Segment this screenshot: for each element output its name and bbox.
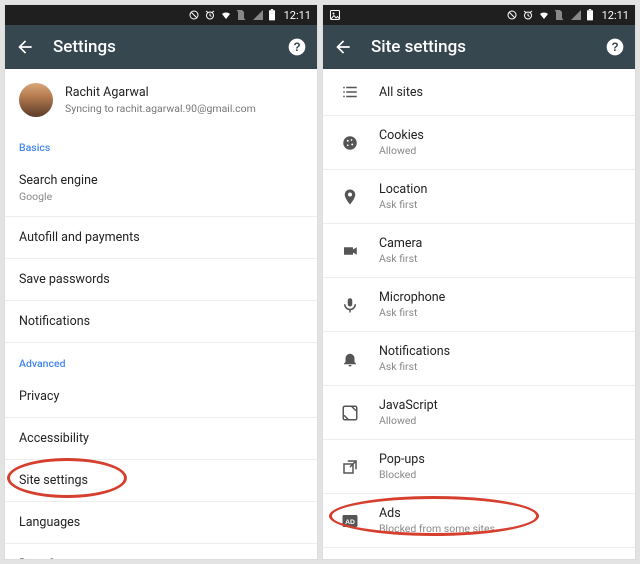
site-row-ads[interactable]: AD AdsBlocked from some sites	[323, 494, 635, 548]
settings-row-autofill-and-payments[interactable]: Autofill and payments	[5, 217, 317, 259]
status-bar: 12:11	[323, 5, 635, 25]
settings-row-site-settings[interactable]: Site settings	[5, 460, 317, 502]
js-icon	[339, 402, 361, 424]
cookie-icon	[339, 132, 361, 154]
row-label: Languages	[19, 515, 303, 530]
row-label: Data Saver	[19, 557, 303, 559]
settings-row-search-engine[interactable]: Search engine Google	[5, 160, 317, 217]
site-row-microphone[interactable]: MicrophoneAsk first	[323, 278, 635, 332]
row-label: Microphone	[379, 290, 445, 305]
profile-name: Rachit Agarwal	[65, 85, 256, 100]
location-icon	[339, 186, 361, 208]
site-settings-list: All sitesCookiesAllowedLocationAsk first…	[323, 69, 635, 559]
svg-text:?: ?	[293, 41, 300, 54]
row-label: Notifications	[19, 314, 303, 329]
avatar	[19, 83, 53, 117]
settings-row-save-passwords[interactable]: Save passwords	[5, 259, 317, 301]
row-label: Location	[379, 182, 427, 197]
row-label: Camera	[379, 236, 422, 251]
help-icon[interactable]: ?	[287, 37, 307, 57]
no-sim-icon	[236, 9, 248, 21]
image-icon	[329, 9, 341, 21]
site-row-cookies[interactable]: CookiesAllowed	[323, 116, 635, 170]
site-row-notifications[interactable]: NotificationsAsk first	[323, 332, 635, 386]
row-label: Accessibility	[19, 431, 303, 446]
alarm-icon	[522, 9, 534, 21]
row-label: Ads	[379, 506, 495, 521]
help-icon[interactable]: ?	[605, 37, 625, 57]
mic-icon	[339, 294, 361, 316]
row-label: Privacy	[19, 389, 303, 404]
section-header-basics: Basics	[5, 127, 317, 160]
row-sub: Blocked	[379, 468, 425, 481]
row-sub: Google	[19, 190, 303, 203]
settings-row-notifications[interactable]: Notifications	[5, 301, 317, 343]
svg-text:AD: AD	[345, 519, 355, 526]
row-sub: Ask first	[379, 306, 445, 319]
bell-icon	[339, 348, 361, 370]
row-sub: Ask first	[379, 198, 427, 211]
row-label: Cookies	[379, 128, 424, 143]
row-sub: Allowed	[379, 414, 438, 427]
row-label: JavaScript	[379, 398, 438, 413]
settings-screen: 12:11 Settings ? Rachit Agarwal Syncing …	[4, 4, 318, 560]
row-label: All sites	[379, 85, 423, 100]
row-label: Notifications	[379, 344, 450, 359]
row-label: Site settings	[19, 473, 303, 488]
signal-icon	[570, 9, 582, 21]
page-title: Site settings	[371, 37, 587, 57]
svg-text:?: ?	[611, 41, 618, 54]
status-bar: 12:11	[5, 5, 317, 25]
status-time: 12:11	[602, 9, 629, 22]
popup-icon	[339, 456, 361, 478]
site-row-location[interactable]: LocationAsk first	[323, 170, 635, 224]
profile-row[interactable]: Rachit Agarwal Syncing to rachit.agarwal…	[5, 69, 317, 127]
row-sub: Blocked from some sites	[379, 522, 495, 535]
app-bar: Site settings ?	[323, 25, 635, 69]
alarm-icon	[204, 9, 216, 21]
dnd-icon	[188, 9, 200, 21]
settings-row-privacy[interactable]: Privacy	[5, 376, 317, 418]
no-sim-icon	[554, 9, 566, 21]
list-icon	[339, 81, 361, 103]
site-row-javascript[interactable]: JavaScriptAllowed	[323, 386, 635, 440]
row-sub: Ask first	[379, 360, 450, 373]
status-time: 12:11	[284, 9, 311, 22]
row-label: Search engine	[19, 173, 303, 188]
settings-list: Rachit Agarwal Syncing to rachit.agarwal…	[5, 69, 317, 559]
row-sub: Allowed	[379, 144, 424, 157]
row-label: Pop-ups	[379, 452, 425, 467]
battery-icon	[586, 9, 598, 21]
battery-icon	[268, 9, 280, 21]
ads-icon: AD	[339, 510, 361, 532]
row-label: Save passwords	[19, 272, 303, 287]
section-header-advanced: Advanced	[5, 343, 317, 376]
wifi-icon	[538, 9, 550, 21]
back-icon[interactable]	[15, 37, 35, 57]
app-bar: Settings ?	[5, 25, 317, 69]
site-settings-screen: 12:11 Site settings ? All sitesCookiesAl…	[322, 4, 636, 560]
site-row-background-sync[interactable]: Background syncAllowed	[323, 548, 635, 559]
row-sub: Ask first	[379, 252, 422, 265]
site-row-camera[interactable]: CameraAsk first	[323, 224, 635, 278]
dnd-icon	[506, 9, 518, 21]
site-row-all-sites[interactable]: All sites	[323, 69, 635, 116]
page-title: Settings	[53, 37, 269, 57]
back-icon[interactable]	[333, 37, 353, 57]
site-row-pop-ups[interactable]: Pop-upsBlocked	[323, 440, 635, 494]
settings-row-accessibility[interactable]: Accessibility	[5, 418, 317, 460]
row-label: Autofill and payments	[19, 230, 303, 245]
camera-icon	[339, 240, 361, 262]
settings-row-data-saver[interactable]: Data Saver1% data savings	[5, 544, 317, 559]
wifi-icon	[220, 9, 232, 21]
signal-icon	[252, 9, 264, 21]
profile-email: Syncing to rachit.agarwal.90@gmail.com	[65, 102, 256, 115]
settings-row-languages[interactable]: Languages	[5, 502, 317, 544]
